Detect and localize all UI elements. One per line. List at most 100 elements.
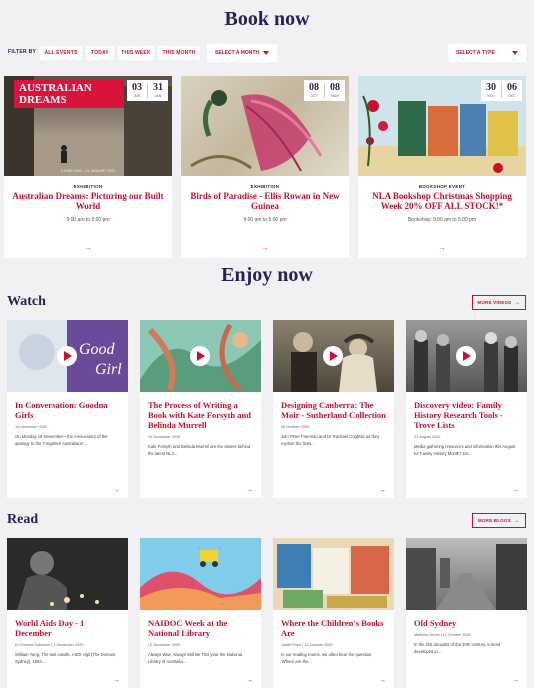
event-title[interactable]: Australian Dreams: Picturing our Built W… [12,191,164,211]
end-month: JAN [154,94,162,98]
filter-today[interactable]: TODAY [86,46,114,60]
video-excerpt: On Monday 16 November—the Anniversary of… [15,434,108,446]
video-thumbnail [140,320,261,392]
arrow-right-icon[interactable]: → [246,677,253,684]
blog-thumbnail [7,538,128,610]
play-icon[interactable] [323,346,343,366]
video-excerpt: Join Peter Freeman and Dr Rachael Coghla… [281,434,380,446]
video-date: 10 November 2020 [15,425,48,429]
select-month-dropdown[interactable]: SELECT A MONTH [207,44,277,62]
arrow-right-icon[interactable]: → [113,487,120,494]
play-icon[interactable] [57,346,77,366]
blog-excerpt: Always Was, Always Will Be This year the… [148,652,243,664]
filter-bar: FILTER BY ALL EVENTS TODAY THIS WEEK THI… [8,44,526,62]
more-blogs-button[interactable]: MORE BLOGS → [472,513,526,528]
blog-excerpt: In the first decades of the 20th century… [414,642,501,654]
arrow-right-icon[interactable]: → [113,677,120,684]
arrow-right-icon[interactable]: → [262,245,269,252]
play-icon[interactable] [190,346,210,366]
blog-thumbnail [140,538,261,610]
video-excerpt: Media gathering resources and informatio… [414,444,516,456]
event-title[interactable]: Birds of Paradise - Ellis Rowan in New G… [189,191,341,211]
watch-heading: Watch [7,294,46,309]
more-videos-button[interactable]: MORE VIDEOS → [472,295,526,310]
filter-all-events[interactable]: ALL EVENTS [40,46,82,60]
event-banner: AUSTRALIAN DREAMS [14,80,124,108]
blog-meta: Matthew Jones | 12 October 2020 [414,633,471,637]
event-category: EXHIBITION [250,184,280,189]
enjoy-now-heading: Enjoy now [221,264,313,286]
arrow-right-icon[interactable]: → [246,487,253,494]
event-time: 9:00 am to 5:00 pm [243,217,287,223]
video-title[interactable]: Discovery video: Family History Research… [414,400,519,430]
filter-label: FILTER BY [8,49,37,55]
event-card[interactable]: 30 NOV 06 DEC BOOKSHOP EVENT NLA Bookshop … [358,76,526,258]
blog-card[interactable]: Where the Children's Books Are Judith Ro… [273,538,394,688]
blog-title[interactable]: World Aids Day - 1 December [15,618,120,638]
blog-title[interactable]: Old Sydney [414,618,519,628]
blog-card[interactable]: NAIDOC Week at the National Library | 6 … [140,538,261,688]
event-date-range: 08 OCT 08 MAR [304,80,345,101]
arrow-right-icon: → [514,299,521,306]
arrow-right-icon[interactable]: → [379,677,386,684]
event-title[interactable]: NLA Bookshop Christmas Shopping Week 20%… [366,191,518,211]
blog-meta: Judith Rope | 14 October 2020 [281,643,333,647]
svg-text:Good: Good [79,341,116,358]
video-title[interactable]: Designing Canberra: The Moir - Sutherlan… [281,400,386,420]
chevron-down-icon [512,51,518,55]
video-date: 06 October 2020 [281,425,310,429]
blog-thumbnail [273,538,394,610]
arrow-right-icon[interactable]: → [439,245,446,252]
svg-text:Girl: Girl [95,361,122,378]
select-type-dropdown[interactable]: SELECT A TYPE [448,44,526,62]
video-title[interactable]: The Process of Writing a Book with Kate … [148,400,253,430]
video-date: 21 August 2020 [414,435,441,439]
start-month: NOV [487,94,495,98]
book-now-heading: Book now [224,8,310,30]
filter-this-month[interactable]: THIS MONTH [158,46,200,60]
event-image: AUSTRALIAN DREAMS 3 JUNE 2020 – 31 JANUA… [4,76,172,176]
event-category: BOOKSHOP EVENT [418,184,466,189]
start-month: OCT [310,94,318,98]
end-month: MAR [331,94,339,98]
arrow-right-icon[interactable]: → [512,487,519,494]
event-date-range: 30 NOV 06 DEC [481,80,522,101]
event-banner-subtitle: 3 JUNE 2020 – 31 JANUARY 2021 [60,169,116,173]
filter-this-week[interactable]: THIS WEEK [118,46,154,60]
arrow-right-icon: → [513,517,520,524]
event-card[interactable]: AUSTRALIAN DREAMS 3 JUNE 2020 – 31 JANUA… [4,76,172,258]
play-icon[interactable] [456,346,476,366]
blog-card[interactable]: World Aids Day - 1 December Dr Sheena Ro… [7,538,128,688]
video-title[interactable]: In Conversation: Goodna Girls [15,400,120,420]
event-card[interactable]: 08 OCT 08 MAR EXHIBITION Birds of Paradise… [181,76,349,258]
event-image: 30 NOV 06 DEC [358,76,526,176]
blog-title[interactable]: NAIDOC Week at the National Library [148,618,253,638]
blog-excerpt: In our reading rooms, we often hear the … [281,652,373,664]
video-card[interactable]: The Process of Writing a Book with Kate … [140,320,261,498]
event-category: EXHIBITION [73,184,103,189]
start-day: 03 [132,82,142,93]
video-card[interactable]: Discovery video: Family History Research… [406,320,527,498]
arrow-right-icon[interactable]: → [379,487,386,494]
read-heading: Read [7,512,39,527]
arrow-right-icon[interactable]: → [85,245,92,252]
select-type-label: SELECT A TYPE [456,50,495,56]
blog-meta: | 6 November 2020 [148,643,181,647]
event-image: 08 OCT 08 MAR [181,76,349,176]
thumbnail-art [140,550,261,610]
blog-card[interactable]: Old Sydney Matthew Jones | 12 October 20… [406,538,527,688]
start-day: 30 [486,82,496,93]
video-thumbnail: Good Girl [7,320,128,392]
event-banner-title: AUSTRALIAN DREAMS [19,82,92,106]
event-time: 9:00 am to 5:00 pm [66,217,110,223]
video-thumbnail [406,320,527,392]
blog-title[interactable]: Where the Children's Books Are [281,618,386,638]
video-thumbnail [273,320,394,392]
arrow-right-icon[interactable]: → [512,677,519,684]
more-videos-label: MORE VIDEOS [477,300,512,305]
video-card[interactable]: Good Girl In Conversation: Goodna Girls … [7,320,128,498]
video-date: 10 November 2020 [148,435,181,439]
video-card[interactable]: Designing Canberra: The Moir - Sutherlan… [273,320,394,498]
more-blogs-label: MORE BLOGS [478,518,511,523]
thumbnail-art [17,551,99,610]
